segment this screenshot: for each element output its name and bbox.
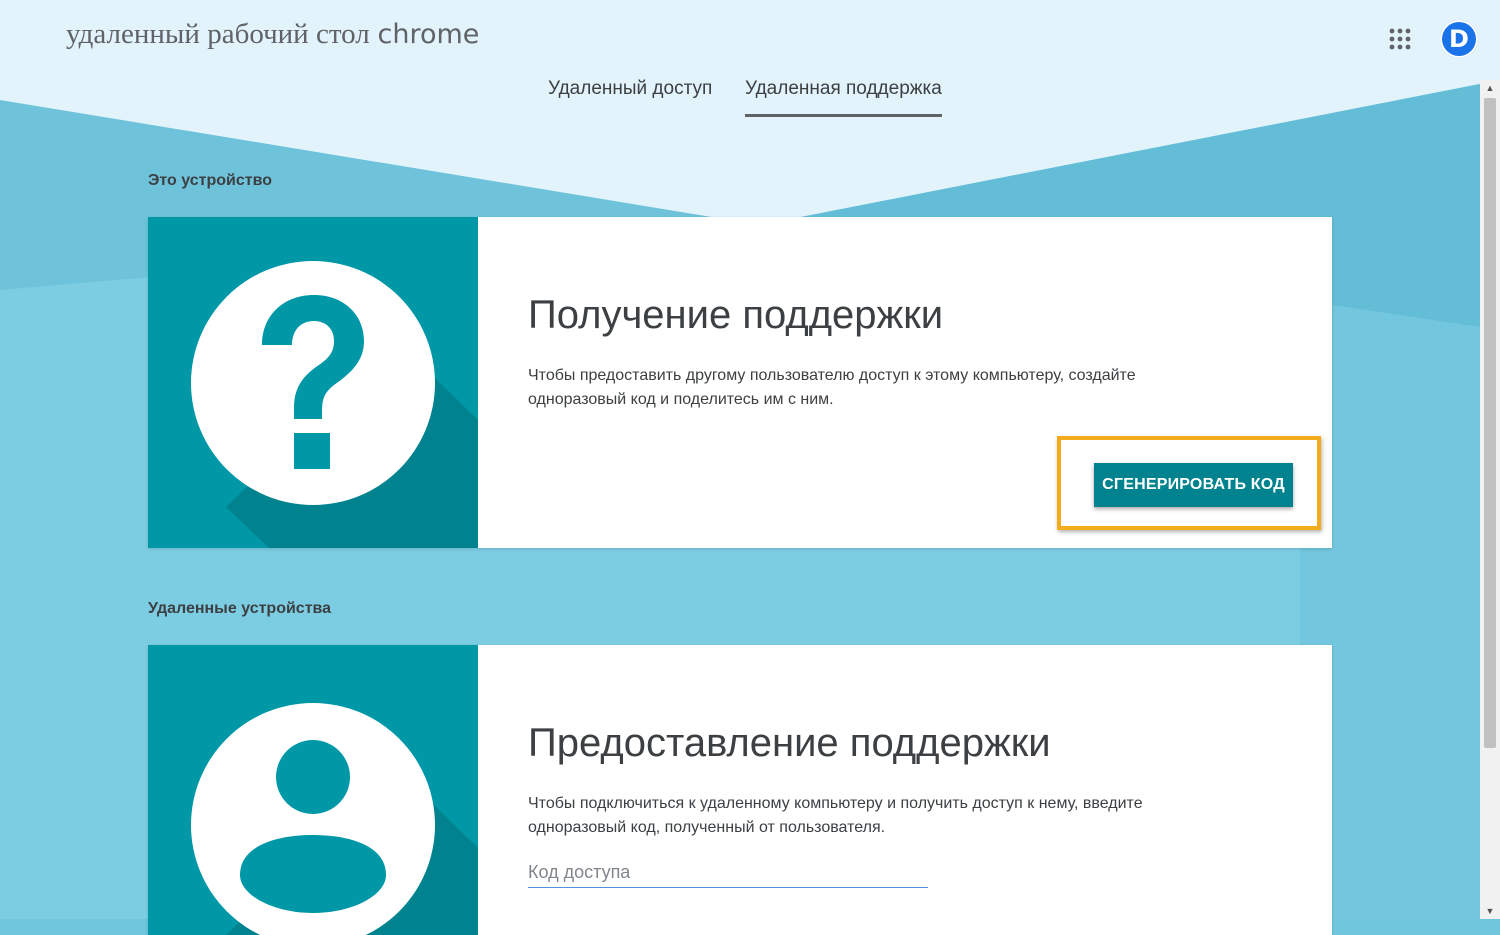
- give-support-title: Предоставление поддержки: [528, 721, 1051, 765]
- give-support-description: Чтобы подключиться к удаленному компьюте…: [528, 795, 1143, 836]
- tab-bar: Удаленный доступ Удаленная поддержка: [0, 74, 1500, 120]
- tab-remote-access[interactable]: Удаленный доступ: [548, 78, 712, 114]
- top-bar: удаленный рабочий стол chrome D: [0, 0, 1500, 80]
- give-support-card: Предоставление поддержки Чтобы подключит…: [148, 645, 1332, 935]
- logo-text: удаленный рабочий стол: [66, 18, 370, 50]
- section-label-remote-devices: Удаленные устройства: [148, 600, 332, 617]
- person-icon: [148, 645, 478, 935]
- scroll-thumb[interactable]: [1484, 98, 1496, 748]
- logo-brand: chrome: [377, 19, 480, 50]
- get-support-title: Получение поддержки: [528, 293, 944, 337]
- section-label-this-device: Это устройство: [148, 172, 272, 189]
- account-avatar[interactable]: D: [1440, 20, 1478, 58]
- scroll-down-arrow-icon[interactable]: ▼: [1480, 903, 1500, 919]
- generate-code-button[interactable]: СГЕНЕРИРОВАТЬ КОД: [1094, 463, 1293, 507]
- scroll-up-arrow-icon[interactable]: ▲: [1480, 80, 1500, 96]
- question-mark-icon: [148, 217, 478, 548]
- access-code-input[interactable]: [528, 857, 928, 888]
- vertical-scrollbar[interactable]: ▲ ▼: [1480, 80, 1500, 919]
- app-logo[interactable]: удаленный рабочий стол chrome: [66, 18, 479, 51]
- apps-grid-icon[interactable]: [1389, 28, 1411, 50]
- get-support-description: Чтобы предоставить другому пользователю …: [528, 367, 1136, 408]
- tab-remote-support[interactable]: Удаленная поддержка: [745, 78, 942, 117]
